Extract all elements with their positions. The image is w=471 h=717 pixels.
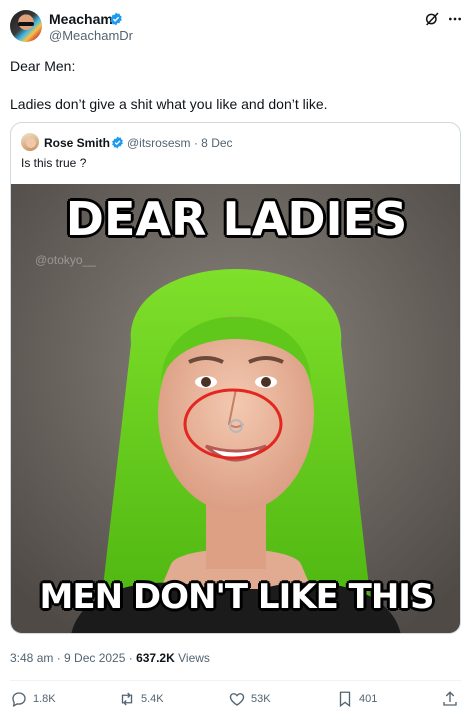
author-avatar[interactable] (10, 10, 42, 42)
verified-badge-icon (110, 12, 122, 26)
post-text-line: Ladies don’t give a shit what you like a… (10, 96, 328, 112)
post-text-line: Dear Men: (10, 58, 76, 74)
reply-button[interactable]: 1.8K (10, 689, 56, 709)
verified-badge-icon (112, 136, 123, 149)
repost-count: 5.4K (141, 693, 164, 705)
more-options-icon[interactable] (447, 11, 463, 27)
portrait-illustration (11, 184, 460, 633)
author-name[interactable]: Meacham (49, 11, 113, 27)
share-button[interactable] (441, 689, 464, 709)
repost-button[interactable]: 5.4K (118, 689, 164, 709)
share-icon (443, 691, 457, 706)
image-watermark: @otokyo__ (35, 253, 96, 267)
image-caption-top: DEAR LADIES (65, 192, 408, 246)
post-timestamp-views[interactable]: 3:48 am · 9 Dec 2025 · 637.2K Views (10, 651, 210, 665)
reply-count: 1.8K (33, 693, 56, 705)
post-timestamp[interactable]: 3:48 am · 9 Dec 2025 · (10, 651, 136, 665)
repost-icon (121, 692, 133, 706)
image-caption-bottom: MEN DON'T LIKE THIS (39, 577, 435, 617)
like-button[interactable]: 53K (228, 689, 271, 709)
views-count: 637.2K (136, 651, 175, 665)
grok-icon[interactable] (424, 11, 440, 27)
quoted-author-name: Rose Smith (44, 136, 111, 150)
quoted-post-image[interactable]: @otokyo__ DEAR LADIES MEN DON'T LIKE THI… (11, 184, 460, 633)
bookmark-count: 401 (359, 693, 378, 705)
like-count: 53K (251, 693, 271, 705)
author-handle[interactable]: @MeachamDr (49, 28, 133, 43)
bookmark-button[interactable]: 401 (336, 689, 377, 709)
bookmark-icon (339, 691, 351, 708)
divider (10, 680, 461, 681)
reply-icon (12, 692, 26, 707)
quoted-post-text: Is this true ? (21, 156, 87, 170)
views-label: Views (174, 651, 210, 665)
heart-icon (229, 693, 245, 706)
quoted-post[interactable]: Rose Smith @itsrosesm · 8 Dec Is this tr… (10, 122, 461, 634)
quoted-author-meta: @itsrosesm · 8 Dec (127, 136, 233, 150)
quoted-author-avatar (21, 133, 39, 151)
